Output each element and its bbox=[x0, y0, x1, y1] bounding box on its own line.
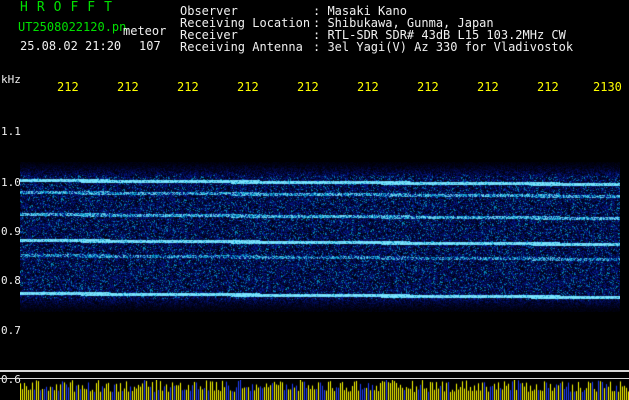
plot-divider bbox=[0, 370, 629, 372]
spectrogram bbox=[20, 162, 620, 312]
datetime-label: 25.08.02 21:20 bbox=[20, 39, 122, 53]
x-tick-label: 212 bbox=[57, 80, 79, 94]
y-tick-label: 0.8 bbox=[1, 274, 21, 287]
filename-label: UT2508022120.pn bbox=[18, 20, 127, 34]
x-tick-label: 212 bbox=[357, 80, 379, 94]
x-tick-label: 212 bbox=[177, 80, 199, 94]
x-tick-label: 2130 bbox=[593, 80, 622, 94]
y-tick-label: 1.0 bbox=[1, 176, 21, 189]
signal-level-bars bbox=[20, 380, 629, 400]
hrofft-logo: HROFFT bbox=[20, 0, 121, 15]
x-tick-label: 212 bbox=[237, 80, 259, 94]
antenna-label: Receiving Antenna bbox=[180, 40, 303, 54]
baseline-line bbox=[0, 378, 629, 379]
x-tick-label: 212 bbox=[417, 80, 439, 94]
y-tick-label: 0.7 bbox=[1, 324, 21, 337]
unit-label: kHz bbox=[1, 73, 21, 86]
x-tick-label: 212 bbox=[117, 80, 139, 94]
mode-label: meteor bbox=[123, 24, 167, 38]
y-tick-label: 0.6 bbox=[1, 373, 21, 386]
x-tick-label: 212 bbox=[537, 80, 559, 94]
y-tick-label: 1.1 bbox=[1, 125, 21, 138]
count-label: 107 bbox=[139, 39, 161, 53]
antenna-value: : 3el Yagi(V) Az 330 for Vladivostok bbox=[313, 40, 574, 54]
x-tick-label: 212 bbox=[297, 80, 319, 94]
x-tick-label: 212 bbox=[477, 80, 499, 94]
y-tick-label: 0.9 bbox=[1, 225, 21, 238]
